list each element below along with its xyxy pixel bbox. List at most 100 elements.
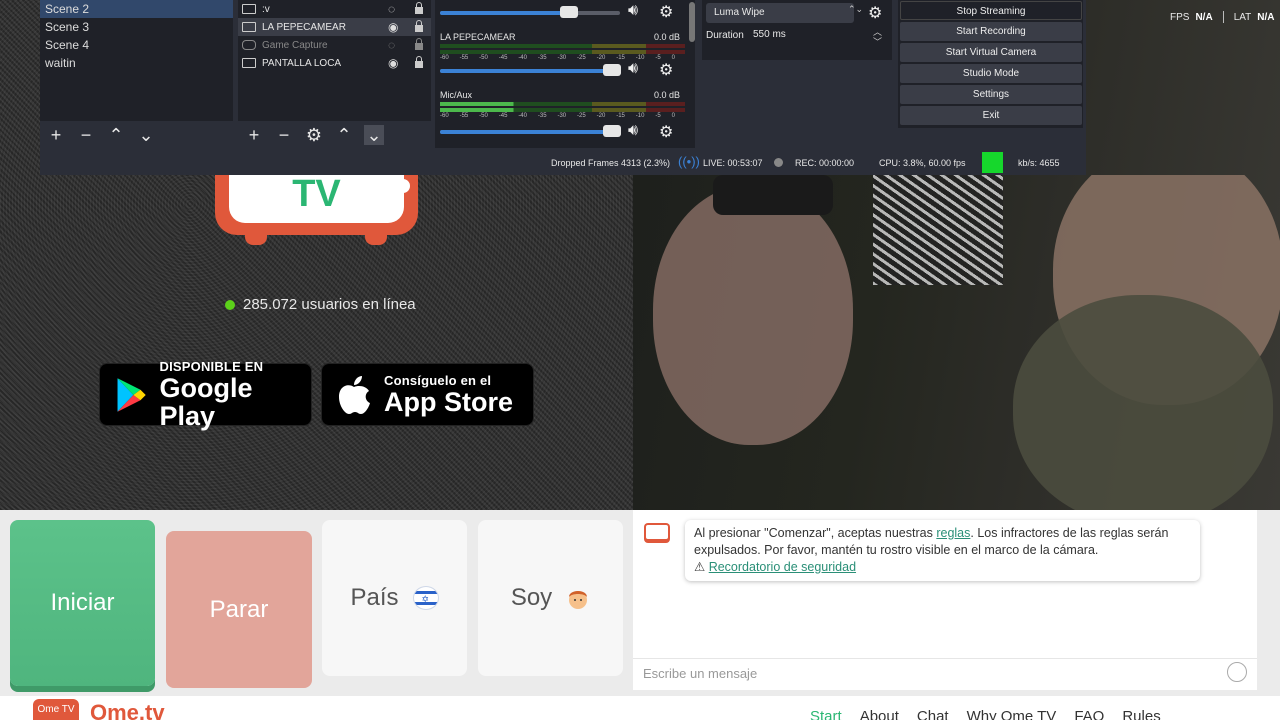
transition-select[interactable]: Luma Wipe (706, 3, 854, 23)
gamepad-icon (242, 40, 256, 50)
cpu-usage: CPU: 3.8%, 60.00 fps (879, 158, 966, 168)
gender-button[interactable]: Soy (478, 520, 623, 676)
emoji-icon[interactable] (1227, 662, 1247, 682)
exit-button[interactable]: Exit (900, 106, 1082, 125)
scene-item[interactable]: Scene 3 (40, 18, 233, 36)
mixer-track: Mic/Aux 0.0 dB -60 -55 -50 -45 -40 -35 -30 -25-… (440, 90, 685, 119)
footer-logo[interactable]: Ome TV (33, 699, 79, 720)
rec-time: REC: 00:00:00 (795, 158, 855, 168)
move-down-icon[interactable]: ⌄ (364, 124, 384, 145)
chevron-down-icon[interactable]: ﹀ (873, 35, 882, 48)
message-input[interactable]: Escribe un mensaje (633, 658, 1257, 690)
footer-brand[interactable]: Ome.tv (90, 702, 165, 720)
eye-hidden-icon[interactable]: ◌ (388, 38, 395, 52)
level-meter (440, 50, 685, 54)
bitrate: kb/s: 4655 (1018, 158, 1060, 168)
eye-icon[interactable]: ◉ (388, 56, 398, 70)
nav-link[interactable]: About (860, 708, 899, 720)
scenes-toolbar: + − ⌃ ⌄ (40, 121, 233, 148)
app-store-badge[interactable]: Consíguelo en el App Store (321, 363, 534, 426)
lock-icon[interactable] (414, 38, 424, 50)
chat-panel: Al presionar "Comenzar", aceptas nuestra… (633, 510, 1257, 690)
meter-ticks: -60 -55 -50 -45 -40 -35 -30 -25 -20 -15 -10 -5 0 (440, 55, 675, 61)
israel-flag-icon: ✡ (412, 586, 439, 610)
duration-label: Duration (706, 30, 744, 41)
ome-tv-icon (644, 523, 670, 543)
source-item[interactable]: Game Capture ◌ (238, 36, 431, 54)
broadcast-icon: ((•)) (678, 154, 700, 169)
spinner-icon[interactable]: ⌃⌄ (848, 4, 863, 15)
stop-button[interactable]: Parar (166, 531, 312, 688)
appstore-small-text: Consíguelo en el (384, 373, 492, 388)
eye-hidden-icon[interactable]: ◌ (388, 2, 395, 16)
obs-window: Scene 2 Scene 3 Scene 4 waitin + − ⌃ ⌄ :… (40, 0, 1086, 175)
settings-button[interactable]: Settings (900, 85, 1082, 104)
live-time: LIVE: 00:53:07 (703, 158, 763, 168)
scene-transitions: Luma Wipe ⌃⌄ ⚙ Duration 550 ms ︿ ﹀ (702, 0, 892, 60)
stop-streaming-button[interactable]: Stop Streaming (900, 1, 1082, 20)
scene-item[interactable]: Scene 2 (40, 0, 233, 18)
source-label: :v (262, 3, 270, 15)
person-right-shirt (1013, 295, 1273, 510)
footer-nav: Start About Chat Why Ome TV FAQ Rules (810, 708, 1161, 720)
online-count-text: 285.072 usuarios en línea (243, 296, 416, 313)
speaker-icon[interactable]: 🔊︎ (628, 60, 638, 78)
nav-link[interactable]: Chat (917, 708, 949, 720)
remove-source-button[interactable]: − (274, 125, 294, 145)
nav-link[interactable]: Rules (1122, 708, 1160, 720)
source-item[interactable]: PANTALLA LOCA ◉ (238, 54, 431, 72)
gear-icon[interactable]: ⚙ (304, 125, 324, 145)
move-up-icon[interactable]: ⌃ (334, 125, 354, 145)
country-button[interactable]: País ✡ (322, 520, 467, 676)
gear-icon[interactable]: ⚙ (659, 122, 673, 142)
nav-link[interactable]: FAQ (1074, 708, 1104, 720)
volume-slider[interactable] (440, 6, 620, 18)
source-item[interactable]: :v ◌ (238, 0, 431, 18)
shirt-pattern (873, 175, 1003, 285)
move-up-icon[interactable]: ⌃ (106, 125, 126, 145)
record-dot-icon (774, 158, 783, 167)
warning-icon: ⚠ (694, 560, 706, 574)
add-scene-button[interactable]: + (46, 125, 66, 145)
scene-item[interactable]: waitin (40, 54, 233, 72)
start-virtual-camera-button[interactable]: Start Virtual Camera (900, 43, 1082, 62)
lock-icon[interactable] (414, 56, 424, 68)
gear-icon[interactable]: ⚙ (659, 60, 673, 80)
eye-icon[interactable]: ◉ (388, 20, 398, 34)
rules-link[interactable]: reglas (936, 526, 970, 540)
source-label: LA PEPECAMEAR (262, 21, 346, 33)
online-count: 285.072 usuarios en línea (225, 296, 416, 313)
safety-reminder-link[interactable]: Recordatorio de seguridad (709, 560, 856, 574)
add-source-button[interactable]: + (244, 125, 264, 145)
volume-slider[interactable] (440, 125, 621, 137)
nav-link[interactable]: Start (810, 708, 842, 720)
start-button[interactable]: Iniciar (10, 520, 155, 686)
volume-slider[interactable] (440, 64, 621, 76)
gear-icon[interactable]: ⚙ (659, 2, 673, 22)
lock-icon[interactable] (414, 20, 424, 32)
mixer-scrollbar[interactable] (689, 0, 695, 148)
stop-label: Parar (209, 595, 269, 623)
duration-input[interactable]: 550 ms (748, 25, 868, 45)
dropped-frames: Dropped Frames 4313 (2.3%) (551, 158, 671, 168)
studio-mode-button[interactable]: Studio Mode (900, 64, 1082, 83)
nav-link[interactable]: Why Ome TV (967, 708, 1057, 720)
hair-left (713, 175, 833, 215)
speaker-icon[interactable]: 🔊︎ (628, 122, 638, 140)
camera-icon (242, 22, 256, 32)
scene-item[interactable]: Scene 4 (40, 36, 233, 54)
google-play-badge[interactable]: DISPONIBLE EN Google Play (99, 359, 312, 430)
speaker-icon[interactable]: 🔊︎ (628, 2, 638, 20)
move-down-icon[interactable]: ⌄ (136, 125, 156, 145)
obs-status-bar: Dropped Frames 4313 (2.3%) ((•)) LIVE: 0… (40, 150, 1086, 175)
controls-panel: Stop Streaming Start Recording Start Vir… (898, 0, 1083, 128)
ome-tv-logo: TV (215, 165, 418, 245)
gear-icon[interactable]: ⚙ (868, 3, 882, 23)
lock-icon[interactable] (414, 2, 424, 14)
source-item[interactable]: LA PEPECAMEAR ◉ (238, 18, 431, 36)
start-label: Iniciar (50, 589, 115, 616)
mixer-track: LA PEPECAMEAR 0.0 dB -60 -55 -50 -45 -40 -35-… (440, 32, 685, 61)
apple-icon (339, 375, 370, 414)
remove-scene-button[interactable]: − (76, 125, 96, 145)
start-recording-button[interactable]: Start Recording (900, 22, 1082, 41)
